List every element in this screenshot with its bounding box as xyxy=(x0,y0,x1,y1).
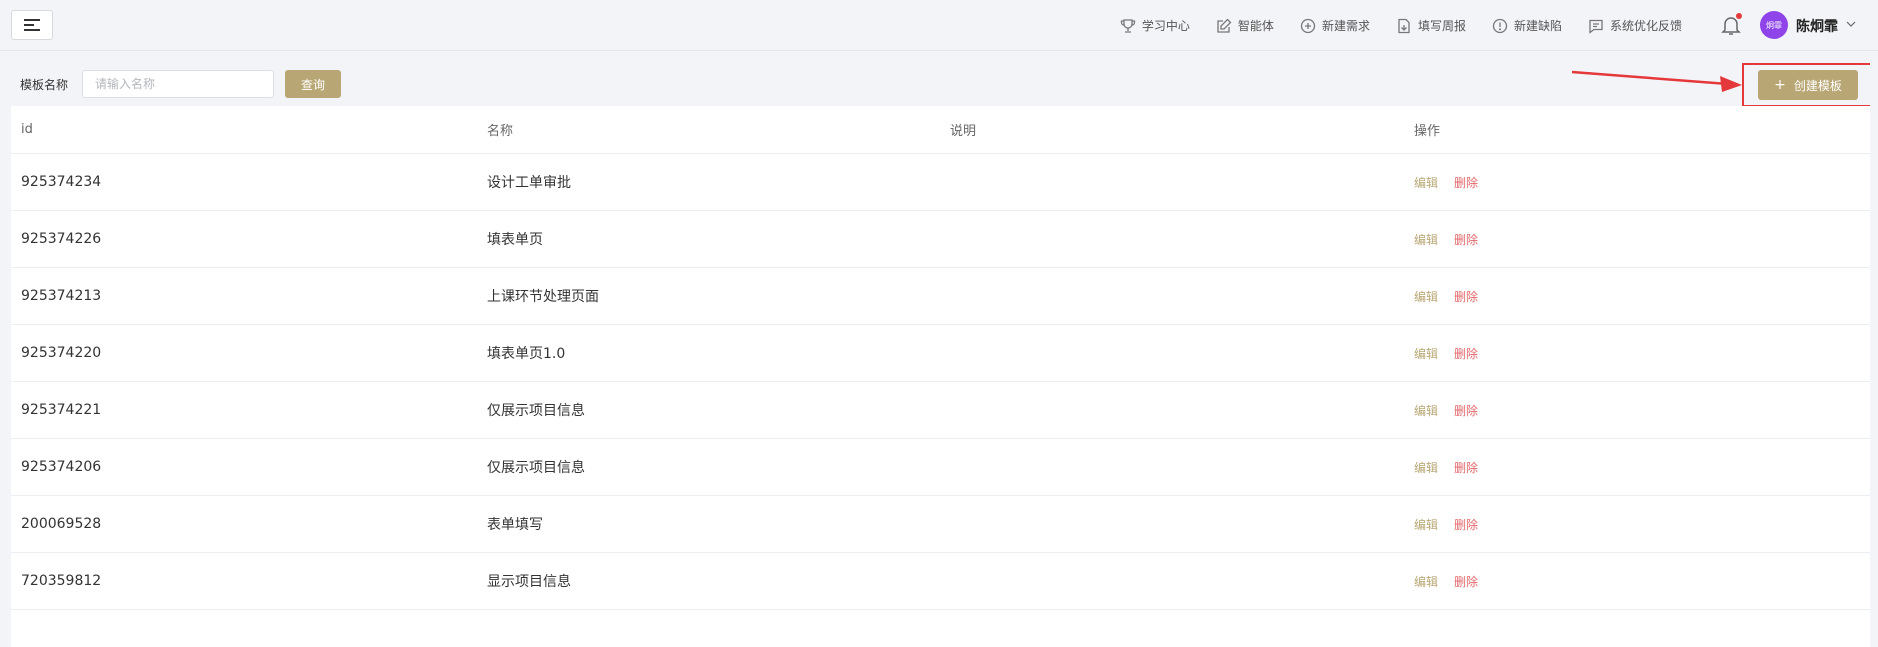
filter-label: 模板名称 xyxy=(20,78,69,92)
cell-id: 720359812 xyxy=(21,573,102,589)
menu-icon xyxy=(24,19,40,31)
table-row: 925374206 仅展示项目信息 编辑 删除 xyxy=(11,439,1870,496)
highlight-box: + 创建模板 xyxy=(1742,63,1873,107)
edit-link[interactable]: 编辑 xyxy=(1414,174,1438,191)
cell-actions: 编辑 删除 xyxy=(1414,268,1478,324)
table-row: 925374221 仅展示项目信息 编辑 删除 xyxy=(11,382,1870,439)
cell-name: 仅展示项目信息 xyxy=(487,403,585,419)
table-row: 200069528 表单填写 编辑 删除 xyxy=(11,496,1870,553)
nav-agent[interactable]: 智能体 xyxy=(1216,17,1274,34)
edit-link[interactable]: 编辑 xyxy=(1414,402,1438,419)
create-template-button[interactable]: + 创建模板 xyxy=(1758,70,1858,100)
template-name-input[interactable] xyxy=(82,70,274,98)
query-button[interactable]: 查询 xyxy=(285,70,341,98)
cell-name: 设计工单审批 xyxy=(487,175,571,191)
cell-actions: 编辑 删除 xyxy=(1414,496,1478,552)
nav-feedback[interactable]: 系统优化反馈 xyxy=(1588,17,1682,34)
nav-label: 新建缺陷 xyxy=(1513,19,1562,33)
delete-link[interactable]: 删除 xyxy=(1454,231,1478,248)
annotation-arrow xyxy=(1571,70,1742,92)
cell-id: 925374206 xyxy=(21,459,102,475)
message-icon xyxy=(1589,19,1603,34)
nav-new-requirement[interactable]: 新建需求 xyxy=(1300,17,1370,34)
table-row: 720359812 显示项目信息 编辑 删除 xyxy=(11,553,1870,610)
cell-id: 925374234 xyxy=(21,174,102,190)
trophy-icon xyxy=(1120,18,1136,33)
edit-link[interactable]: 编辑 xyxy=(1414,573,1438,590)
top-nav: 学习中心 智能体 新建需求 填写周报 新建缺陷 系统优化反馈 xyxy=(1094,0,1682,51)
alert-circle-icon xyxy=(1492,18,1508,33)
header-name: 名称 xyxy=(487,124,514,139)
delete-link[interactable]: 删除 xyxy=(1454,573,1478,590)
nav-learning-center[interactable]: 学习中心 xyxy=(1120,17,1190,34)
delete-link[interactable]: 删除 xyxy=(1454,459,1478,476)
top-bar: 学习中心 智能体 新建需求 填写周报 新建缺陷 系统优化反馈 炯霏 陈炯霏 xyxy=(0,0,1878,51)
nav-weekly-report[interactable]: 填写周报 xyxy=(1396,17,1466,34)
cell-id: 925374213 xyxy=(21,288,102,304)
nav-label: 学习中心 xyxy=(1141,19,1190,33)
plus-icon: + xyxy=(1774,77,1786,93)
nav-label: 智能体 xyxy=(1237,19,1274,33)
file-icon xyxy=(1398,18,1410,33)
cell-actions: 编辑 删除 xyxy=(1414,325,1478,381)
plus-circle-icon xyxy=(1300,18,1316,33)
chevron-down-icon[interactable] xyxy=(1846,20,1856,28)
menu-toggle-button[interactable] xyxy=(11,10,53,40)
edit-icon xyxy=(1217,18,1232,33)
edit-link[interactable]: 编辑 xyxy=(1414,459,1438,476)
cell-id: 925374220 xyxy=(21,345,102,361)
nav-new-defect[interactable]: 新建缺陷 xyxy=(1492,17,1562,34)
nav-label: 填写周报 xyxy=(1417,19,1466,33)
template-table: id 名称 说明 操作 925374234 设计工单审批 编辑 删除 925374226… xyxy=(11,106,1870,647)
table-row: 925374234 设计工单审批 编辑 删除 xyxy=(11,154,1870,211)
delete-link[interactable]: 删除 xyxy=(1454,345,1478,362)
cell-id: 925374221 xyxy=(21,402,102,418)
cell-name: 仅展示项目信息 xyxy=(487,460,585,476)
table-row: 925374220 填表单页1.0 编辑 删除 xyxy=(11,325,1870,382)
cell-actions: 编辑 删除 xyxy=(1414,211,1478,267)
cell-name: 上课环节处理页面 xyxy=(487,289,599,305)
delete-link[interactable]: 删除 xyxy=(1454,288,1478,305)
delete-link[interactable]: 删除 xyxy=(1454,402,1478,419)
cell-actions: 编辑 删除 xyxy=(1414,154,1478,210)
create-label: 创建模板 xyxy=(1793,78,1842,93)
table-row: 925374213 上课环节处理页面 编辑 删除 xyxy=(11,268,1870,325)
cell-id: 200069528 xyxy=(21,516,102,532)
user-name[interactable]: 陈炯霏 xyxy=(1796,16,1838,36)
nav-label: 系统优化反馈 xyxy=(1609,19,1682,33)
header-id: id xyxy=(21,122,33,137)
cell-name: 填表单页 xyxy=(487,232,543,248)
cell-id: 925374226 xyxy=(21,231,102,247)
header-desc: 说明 xyxy=(950,124,977,139)
cell-name: 显示项目信息 xyxy=(487,574,571,590)
notification-button[interactable] xyxy=(1718,12,1744,38)
cell-actions: 编辑 删除 xyxy=(1414,382,1478,438)
cell-actions: 编辑 删除 xyxy=(1414,439,1478,495)
nav-label: 新建需求 xyxy=(1321,19,1370,33)
table-row: 925374226 填表单页 编辑 删除 xyxy=(11,211,1870,268)
table-header: id 名称 说明 操作 xyxy=(11,106,1870,154)
page-edge xyxy=(1870,51,1878,647)
cell-name: 表单填写 xyxy=(487,517,543,533)
edit-link[interactable]: 编辑 xyxy=(1414,516,1438,533)
avatar[interactable]: 炯霏 xyxy=(1760,11,1788,39)
edit-link[interactable]: 编辑 xyxy=(1414,288,1438,305)
cell-actions: 编辑 删除 xyxy=(1414,553,1478,609)
delete-link[interactable]: 删除 xyxy=(1454,516,1478,533)
delete-link[interactable]: 删除 xyxy=(1454,174,1478,191)
edit-link[interactable]: 编辑 xyxy=(1414,345,1438,362)
header-op: 操作 xyxy=(1414,124,1441,139)
edit-link[interactable]: 编辑 xyxy=(1414,231,1438,248)
notification-dot xyxy=(1736,13,1742,19)
cell-name: 填表单页1.0 xyxy=(487,346,566,362)
